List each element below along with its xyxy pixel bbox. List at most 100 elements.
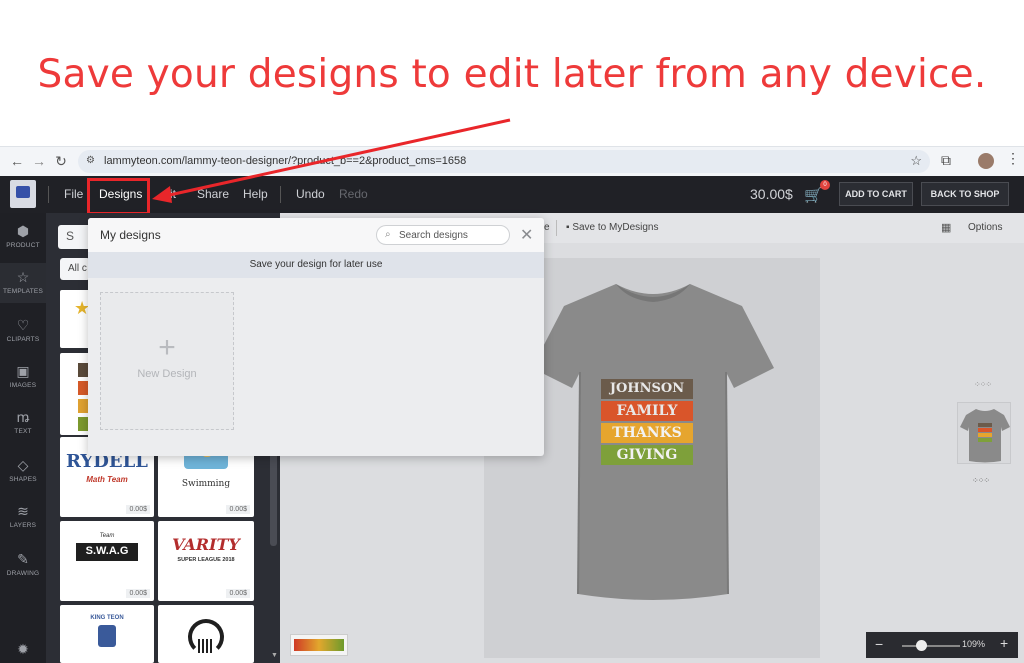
thumbnail-scroll-up-icon[interactable]: ⁘⁘⁘ bbox=[974, 380, 992, 389]
template-title: KING TEON bbox=[90, 615, 124, 621]
shirt-design-print[interactable]: JOHNSON FAMILY THANKS GIVING bbox=[601, 379, 693, 465]
brand-logo[interactable] bbox=[10, 180, 36, 208]
template-price: 0.00$ bbox=[126, 505, 150, 514]
extensions-icon[interactable]: ⧉ bbox=[941, 152, 951, 169]
save-to-mydesigns-button[interactable]: ▪ Save to MyDesigns bbox=[566, 222, 658, 233]
product-view-thumbnail[interactable] bbox=[957, 402, 1011, 464]
plus-icon: + bbox=[158, 331, 176, 364]
app-topbar: File Designs it Share Help Undo Redo 30.… bbox=[0, 176, 1024, 213]
total-price: 30.00$ bbox=[750, 186, 793, 202]
menu-file[interactable]: File bbox=[64, 187, 83, 201]
design-line-johnson: JOHNSON bbox=[601, 379, 693, 399]
profile-avatar[interactable] bbox=[978, 153, 994, 169]
image-icon: ▣ bbox=[16, 363, 30, 379]
star-icon: ☆ bbox=[16, 269, 30, 285]
sidebar-item-templates[interactable]: ☆ TEMPLATES bbox=[0, 263, 46, 303]
thumbnail-scroll-down-icon[interactable]: ⁘⁘⁘ bbox=[972, 476, 990, 485]
undo-button[interactable]: Undo bbox=[296, 187, 325, 201]
floppy-icon: ▪ bbox=[566, 222, 570, 233]
search-designs-input[interactable]: ⌕ Search designs bbox=[376, 225, 510, 245]
template-tagline: Math Team bbox=[86, 475, 128, 484]
template-card[interactable]: Team S.W.A.G 0.00$ bbox=[60, 521, 154, 601]
template-title: Swimming bbox=[181, 479, 231, 489]
menu-help[interactable]: Help bbox=[243, 187, 268, 201]
search-icon: S bbox=[66, 229, 75, 243]
add-to-cart-button[interactable]: ADD TO CART bbox=[839, 182, 913, 206]
heart-icon: ♡ bbox=[16, 317, 30, 333]
templates-category-select[interactable]: All c bbox=[60, 258, 90, 280]
divider bbox=[556, 220, 557, 236]
scroll-down-icon[interactable]: ▼ bbox=[271, 652, 278, 659]
sidebar-item-drawing[interactable]: ✎ DRAWING bbox=[0, 551, 46, 577]
template-card[interactable]: VARITY SUPER LEAGUE 2018 0.00$ bbox=[158, 521, 254, 601]
cart-icon[interactable]: 🛒 bbox=[804, 186, 823, 204]
template-price: 0.00$ bbox=[126, 589, 150, 598]
options-button[interactable]: Options bbox=[968, 222, 1002, 233]
toolbar-partial-label[interactable]: e bbox=[544, 222, 550, 233]
redo-button[interactable]: Redo bbox=[339, 187, 368, 201]
pencil-icon: ✎ bbox=[17, 551, 29, 567]
save-info-banner: Save your design for later use bbox=[88, 252, 544, 278]
search-placeholder: Search designs bbox=[399, 230, 468, 241]
template-title: VARITY bbox=[172, 535, 240, 554]
zoom-in-button[interactable]: + bbox=[1000, 635, 1008, 651]
back-to-shop-button[interactable]: BACK TO SHOP bbox=[921, 182, 1009, 206]
color-gradient-swatch[interactable] bbox=[290, 634, 348, 656]
cube-icon: ⬢ bbox=[16, 223, 30, 239]
menu-edit[interactable]: it bbox=[170, 187, 176, 201]
zoom-control: − 109% + bbox=[866, 632, 1018, 658]
template-title: S.W.A.G bbox=[85, 545, 129, 557]
zoom-out-button[interactable]: − bbox=[875, 636, 883, 652]
screenshot-root: Save your designs to edit later from any… bbox=[0, 0, 1024, 663]
text-icon: ꬺ bbox=[16, 409, 30, 425]
search-icon: ⌕ bbox=[385, 229, 391, 240]
sidebar-item-text[interactable]: ꬺ TEXT bbox=[0, 409, 46, 435]
browser-menu-icon[interactable]: ⋮ bbox=[1006, 150, 1020, 167]
menu-share[interactable]: Share bbox=[197, 187, 229, 201]
sidebar-item-images[interactable]: ▣ IMAGES bbox=[0, 363, 46, 389]
sidebar-item-label: LAYERS bbox=[9, 522, 37, 529]
template-price: 0.00$ bbox=[226, 589, 250, 598]
url-text: lammyteon.com/lammy-teon-designer/?produ… bbox=[104, 155, 467, 167]
cart-count-badge: 0 bbox=[820, 180, 830, 190]
my-designs-modal: My designs ⌕ Search designs ✕ Save your … bbox=[88, 218, 544, 456]
layers-icon: ≋ bbox=[17, 503, 29, 519]
sidebar-item-shapes[interactable]: ◇ SHAPES bbox=[0, 457, 46, 483]
annotation-headline: Save your designs to edit later from any… bbox=[37, 52, 987, 97]
template-price: 0.00$ bbox=[226, 505, 250, 514]
zoom-slider-track[interactable] bbox=[902, 645, 960, 647]
site-settings-icon[interactable]: ⚙ bbox=[86, 155, 98, 167]
design-line-giving: GIVING bbox=[601, 445, 693, 465]
template-card[interactable]: KING TEON bbox=[60, 605, 154, 663]
new-design-label: New Design bbox=[137, 368, 197, 380]
divider bbox=[280, 186, 281, 203]
bug-icon[interactable]: ✹ bbox=[0, 641, 46, 657]
template-subtitle: Team bbox=[99, 533, 115, 539]
sidebar-item-label: CLIPARTS bbox=[6, 336, 40, 343]
sidebar-item-label: PRODUCT bbox=[6, 242, 40, 249]
browser-toolbar: ← → ↻ ⚙ lammyteon.com/lammy-teon-designe… bbox=[0, 146, 1024, 176]
divider bbox=[48, 186, 49, 203]
zoom-level: 109% bbox=[962, 639, 986, 649]
tshirt-thumbnail bbox=[960, 409, 1010, 463]
sidebar-item-cliparts[interactable]: ♡ CLIPARTS bbox=[0, 317, 46, 343]
template-card[interactable] bbox=[158, 605, 254, 663]
arrow-right-icon[interactable]: → bbox=[30, 152, 48, 170]
address-bar[interactable]: ⚙ lammyteon.com/lammy-teon-designer/?pro… bbox=[78, 150, 930, 173]
design-line-thanks: THANKS bbox=[601, 423, 693, 443]
zoom-slider-handle[interactable] bbox=[916, 640, 927, 651]
designs-highlight-box bbox=[87, 178, 150, 215]
bookmark-star-icon[interactable]: ☆ bbox=[910, 153, 922, 169]
reload-icon[interactable]: ↻ bbox=[52, 152, 70, 170]
close-icon[interactable]: ✕ bbox=[520, 225, 533, 245]
new-design-button[interactable]: + New Design bbox=[100, 292, 234, 430]
diamond-icon: ◇ bbox=[17, 457, 29, 473]
arrow-left-icon[interactable]: ← bbox=[8, 152, 26, 170]
sidebar-item-label: TEMPLATES bbox=[3, 288, 43, 295]
qr-code-icon[interactable]: ▦ bbox=[941, 221, 951, 234]
sidebar-item-layers[interactable]: ≋ LAYERS bbox=[0, 503, 46, 529]
sidebar-item-label: SHAPES bbox=[9, 476, 37, 483]
sidebar-item-label: TEXT bbox=[14, 428, 32, 435]
sidebar-item-product[interactable]: ⬢ PRODUCT bbox=[0, 223, 46, 249]
sidebar-item-label: DRAWING bbox=[6, 570, 40, 577]
